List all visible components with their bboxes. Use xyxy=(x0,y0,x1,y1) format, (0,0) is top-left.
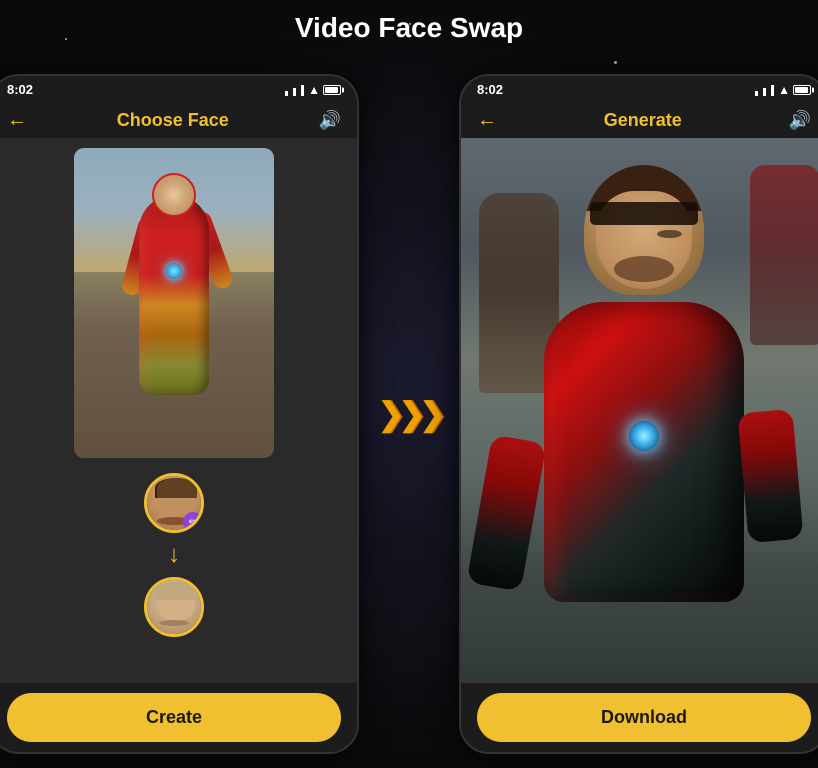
left-phone-content: ✏ ↓ xyxy=(0,138,357,683)
left-nav-title: Choose Face xyxy=(117,110,229,131)
sunglasses xyxy=(590,202,698,225)
left-nav-bar: ← Choose Face 🔊 xyxy=(0,103,357,138)
phones-container: 8:02 ▲ ← Choose Face 🔊 xyxy=(0,60,818,768)
page-title: Video Face Swap xyxy=(0,12,818,44)
right-back-button[interactable]: ← xyxy=(477,109,497,132)
right-status-icons: ▲ xyxy=(754,83,811,97)
left-phone: 8:02 ▲ ← Choose Face 🔊 xyxy=(0,74,359,754)
left-video-frame xyxy=(74,148,274,458)
signal-icon xyxy=(284,84,305,96)
bg-figure-2 xyxy=(750,165,818,345)
right-nav-bar: ← Generate 🔊 xyxy=(461,103,818,138)
edit-badge[interactable]: ✏ xyxy=(183,512,203,532)
rdj-head xyxy=(584,165,704,295)
swap-arrow: ↓ xyxy=(168,541,180,569)
right-phone-bottom: Download xyxy=(461,683,818,752)
right-battery-icon xyxy=(793,85,811,95)
arrow-container: ❯❯❯ xyxy=(379,395,439,433)
main-suit-body xyxy=(544,302,744,602)
face-swap-section: ✏ ↓ xyxy=(144,473,204,637)
source-face-avatar[interactable]: ✏ xyxy=(144,473,204,533)
right-phone: 8:02 ▲ ← Generate 🔊 xyxy=(459,74,818,754)
phones-wrapper: 8:02 ▲ ← Choose Face 🔊 xyxy=(0,74,818,754)
right-sound-button[interactable]: 🔊 xyxy=(789,110,811,131)
right-status-bar: 8:02 ▲ xyxy=(461,76,818,103)
young-face xyxy=(147,580,201,634)
left-sound-button[interactable]: 🔊 xyxy=(319,110,341,131)
left-status-icons: ▲ xyxy=(284,83,341,97)
ironman-video-left xyxy=(74,148,274,458)
right-signal-icon xyxy=(754,84,775,96)
create-button[interactable]: Create xyxy=(7,693,341,742)
right-nav-title: Generate xyxy=(604,110,682,131)
right-time: 8:02 xyxy=(477,82,503,97)
arc-reactor-left xyxy=(166,263,182,279)
wifi-icon: ▲ xyxy=(308,83,320,97)
right-video-frame xyxy=(461,138,818,683)
ironman-video-right xyxy=(461,138,818,683)
left-back-button[interactable]: ← xyxy=(7,109,27,132)
result-face-avatar xyxy=(144,577,204,637)
suit-head-left xyxy=(152,173,196,217)
forward-arrows: ❯❯❯ xyxy=(378,395,440,433)
suit-arm-right xyxy=(737,408,803,542)
right-phone-content xyxy=(461,138,818,683)
arc-reactor-right xyxy=(629,421,659,451)
beard xyxy=(614,256,674,282)
suit-body-left xyxy=(139,195,209,395)
right-wifi-icon: ▲ xyxy=(778,83,790,97)
left-time: 8:02 xyxy=(7,82,33,97)
left-status-bar: 8:02 ▲ xyxy=(0,76,357,103)
download-button[interactable]: Download xyxy=(477,693,811,742)
battery-icon xyxy=(323,85,341,95)
left-phone-bottom: Create xyxy=(0,683,357,752)
